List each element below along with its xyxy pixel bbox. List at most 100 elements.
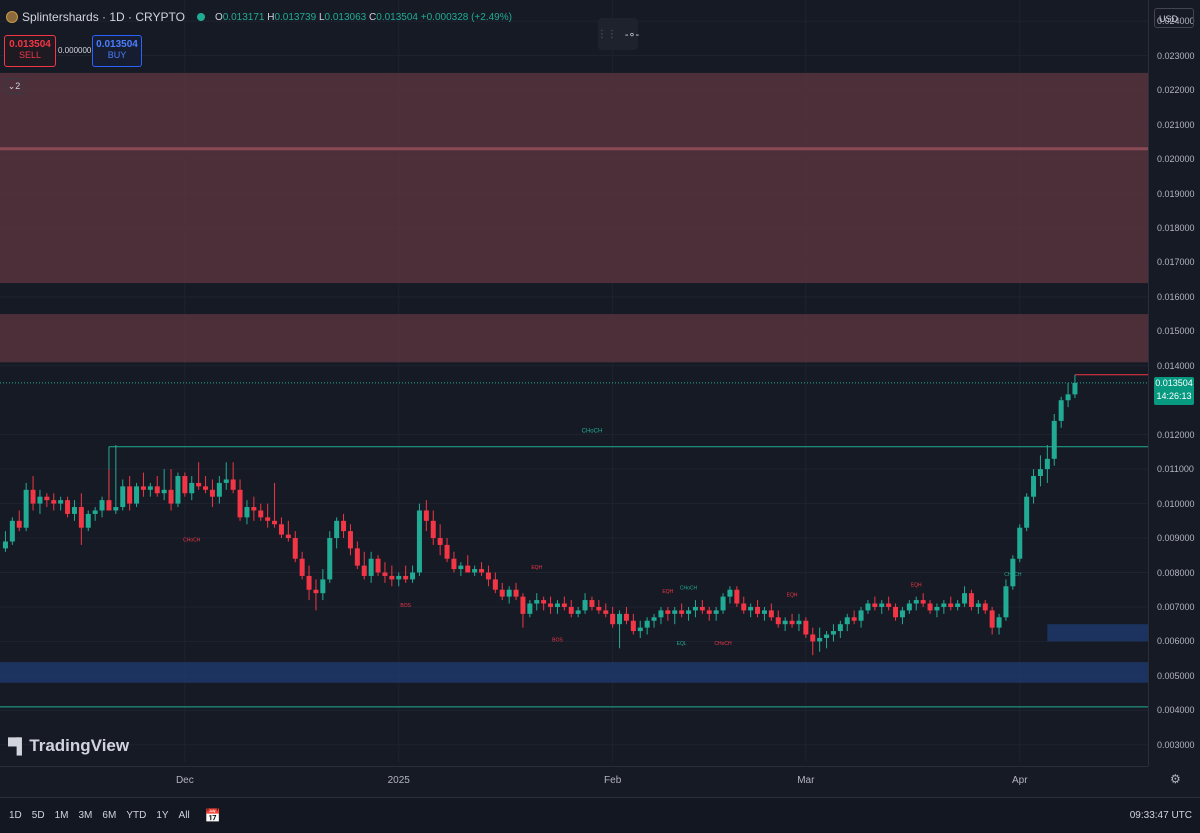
calendar-icon[interactable]: 📅	[205, 808, 221, 824]
high-value: 0.013739	[274, 11, 317, 23]
open-label: O	[214, 11, 223, 23]
candle	[272, 482, 278, 528]
candle	[347, 524, 353, 556]
candle-body	[416, 510, 422, 573]
candle-body	[761, 610, 767, 614]
candle-body	[865, 603, 871, 611]
candle-body	[927, 603, 933, 611]
price-tick-label: 0.004000	[1157, 705, 1195, 716]
candle-body	[230, 479, 236, 490]
candle-body	[272, 520, 278, 525]
candle	[913, 596, 919, 611]
range-button-1m[interactable]: 1M	[50, 810, 74, 821]
candle-body	[444, 544, 450, 559]
candle	[403, 565, 409, 583]
candle-body	[382, 572, 388, 576]
candle	[458, 562, 464, 576]
candle	[85, 510, 91, 532]
candle-body	[899, 610, 905, 618]
clock[interactable]: 09:33:47 UTC	[1130, 810, 1192, 821]
currency-select[interactable]: USD	[1154, 8, 1194, 28]
candle-body	[665, 610, 671, 614]
time-axis[interactable]: Dec 2025 Feb Mar Apr	[0, 766, 1148, 797]
candle	[92, 507, 98, 521]
buy-button[interactable]: 0.013504 BUY	[92, 35, 142, 67]
range-button-ytd[interactable]: YTD	[121, 810, 151, 821]
candle	[603, 603, 609, 618]
range-button-3m[interactable]: 3M	[74, 810, 98, 821]
range-button-6m[interactable]: 6M	[97, 810, 121, 821]
candle-body	[492, 579, 498, 590]
chart-pane[interactable]: CHoCH CHoCH BOS EQH BOS EQH CHoCH EQL CHoCH EQH EQ…	[0, 0, 1148, 766]
sell-price: 0.013504	[9, 39, 51, 50]
candle	[51, 493, 57, 511]
candle	[444, 538, 450, 563]
candle-body	[71, 507, 77, 514]
range-button-all[interactable]: All	[174, 810, 195, 821]
sell-button[interactable]: 0.013504 SELL	[4, 35, 56, 67]
drag-handle-icon[interactable]: ⋮⋮	[597, 29, 617, 40]
candle-body	[299, 558, 305, 576]
candle	[341, 513, 347, 539]
candle	[44, 493, 50, 508]
candle	[623, 606, 629, 625]
horizontal-line-icon: -∘-	[624, 28, 640, 41]
candle-body	[589, 600, 595, 607]
candle	[775, 610, 781, 628]
candle	[561, 596, 567, 611]
time-tick-label: Dec	[175, 775, 194, 786]
price-tick-label: 0.010000	[1157, 498, 1195, 509]
candle-body	[237, 489, 243, 518]
candle	[851, 610, 857, 625]
price-chart[interactable]: CHoCH CHoCH BOS EQH BOS EQH CHoCH EQL CHoCH EQH EQ…	[0, 0, 1148, 766]
structure-label: EQH	[662, 589, 673, 595]
candle	[582, 593, 588, 614]
candle-body	[113, 507, 119, 511]
candle	[127, 476, 133, 511]
candle-body	[768, 610, 774, 618]
price-tick-label: 0.005000	[1157, 670, 1195, 681]
candle	[906, 600, 912, 614]
range-button-5d[interactable]: 5D	[27, 810, 50, 821]
candle	[699, 600, 705, 614]
zone	[0, 314, 1148, 363]
candle	[196, 462, 202, 490]
candle-body	[44, 496, 50, 501]
price-tick-label: 0.011000	[1157, 464, 1194, 475]
indicators-toggle[interactable]: ⌄2	[4, 78, 24, 94]
candle-body	[120, 486, 126, 508]
candle	[541, 596, 547, 611]
structure-label: CHoCH	[183, 537, 201, 543]
candle-body	[789, 620, 795, 625]
candle	[803, 617, 809, 638]
candle	[492, 572, 498, 594]
candle-body	[30, 489, 36, 504]
candle	[292, 531, 298, 563]
candle-body	[837, 624, 843, 632]
symbol-title[interactable]: Splintershards · 1D · CRYPTO	[22, 10, 185, 24]
candle	[1044, 445, 1050, 483]
candle	[706, 606, 712, 621]
candle	[658, 606, 664, 625]
candle-body	[962, 593, 968, 604]
range-button-1y[interactable]: 1Y	[151, 810, 173, 821]
range-button-1d[interactable]: 1D	[4, 810, 27, 821]
candle-body	[209, 489, 215, 497]
symbol-header: Splintershards · 1D · CRYPTO O0.013171 H…	[6, 10, 512, 24]
time-tick-label: Apr	[1011, 775, 1028, 786]
candle	[692, 600, 698, 618]
candle-body	[534, 600, 540, 604]
candle	[299, 551, 305, 580]
candle	[327, 531, 333, 583]
price-tick-label: 0.014000	[1157, 360, 1195, 371]
candle-body	[106, 500, 112, 511]
gear-icon[interactable]: ⚙	[1170, 772, 1181, 786]
candle	[37, 489, 43, 514]
drawing-tool-button[interactable]: ⋮⋮ -∘-	[597, 18, 640, 50]
candle	[223, 462, 229, 490]
candle	[1065, 383, 1071, 408]
candle-body	[734, 589, 740, 604]
candle	[955, 600, 961, 611]
zone	[0, 662, 1148, 683]
candle-body	[51, 500, 57, 504]
